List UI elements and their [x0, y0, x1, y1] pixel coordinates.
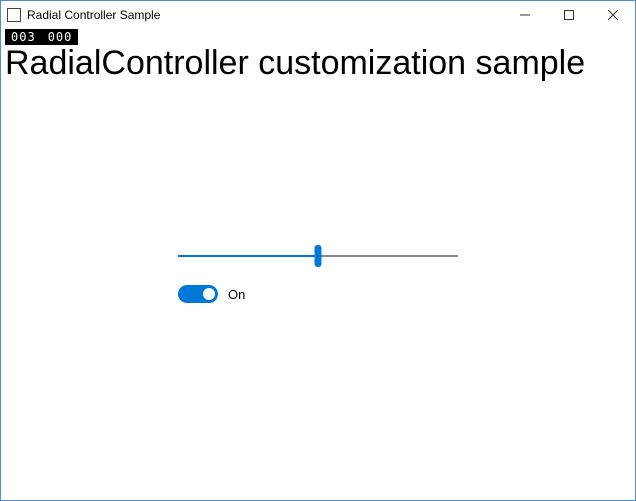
window-title: Radial Controller Sample: [27, 8, 160, 22]
page-title: RadialController customization sample: [5, 45, 635, 82]
slider-thumb[interactable]: [315, 245, 322, 267]
slider-track: [178, 255, 458, 257]
titlebar-left: Radial Controller Sample: [7, 8, 160, 22]
close-icon: [608, 10, 618, 20]
maximize-button[interactable]: [547, 1, 591, 29]
content-area: On: [1, 255, 635, 303]
maximize-icon: [564, 10, 574, 20]
toggle-switch[interactable]: [178, 285, 218, 303]
close-button[interactable]: [591, 1, 635, 29]
toggle-knob: [203, 288, 215, 300]
minimize-button[interactable]: [503, 1, 547, 29]
debug-counters: 003 000: [5, 29, 78, 45]
toggle-row: On: [178, 285, 458, 303]
app-icon: [7, 8, 21, 22]
titlebar: Radial Controller Sample: [1, 1, 635, 29]
fps-counter-1: 003: [5, 29, 42, 45]
minimize-icon: [520, 10, 530, 20]
toggle-label: On: [228, 287, 245, 302]
slider-fill: [178, 255, 318, 257]
fps-counter-2: 000: [42, 29, 79, 45]
value-slider[interactable]: [178, 255, 458, 257]
window-controls: [503, 1, 635, 29]
app-window: Radial Controller Sample 003 000 RadialC…: [0, 0, 636, 501]
